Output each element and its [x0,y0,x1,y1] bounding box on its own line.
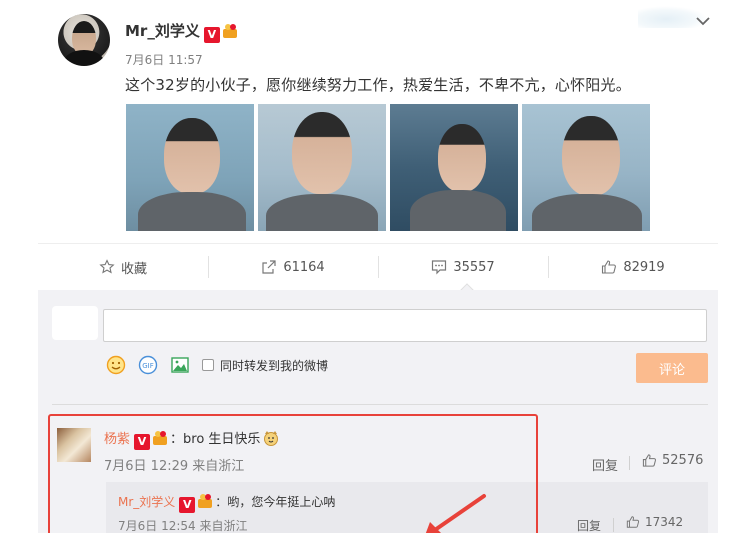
portrait-photo-4[interactable] [522,104,650,231]
like-button[interactable]: 82919 [548,244,718,290]
current-user-avatar [52,306,98,340]
comment-icon [432,260,447,275]
reply-like-button[interactable]: 17342 [626,515,683,529]
reply-button[interactable]: 回复 [592,455,618,474]
thumbs-up-icon [642,454,656,467]
comment-like-count: 52576 [662,453,704,468]
portrait-photo-1[interactable] [126,104,254,231]
comment-input[interactable] [103,309,707,342]
repost-count: 61164 [283,259,325,275]
weibo-post: Mr_刘学义 V 7月6日 11:57 这个32岁的小伙子，愿你继续努力工作，热爱… [0,0,736,533]
comment-like-button[interactable]: 52576 [642,453,703,468]
author-avatar[interactable] [58,14,110,66]
like-count: 82919 [623,259,665,275]
reply-button[interactable]: 回复 [577,517,601,533]
composer-toolbar: GIF 同时转发到我的微博 [106,354,328,376]
repost-checkbox-label[interactable]: 同时转发到我的微博 [220,357,328,374]
arrow-annotation-icon [425,494,486,533]
reply-like-count: 17342 [645,515,684,529]
divider [629,456,630,470]
portrait-photo-3[interactable] [390,104,518,231]
svg-text:GIF: GIF [142,362,154,370]
post-time: 7月6日 11:57 [125,53,203,67]
repost-checkbox[interactable] [202,359,214,371]
submit-comment-button[interactable]: 评论 [636,353,708,383]
thumbs-up-icon [602,260,617,274]
divider [613,518,614,532]
thumbs-up-icon [626,516,640,528]
verified-icon: V [203,27,220,43]
author-name[interactable]: Mr_刘学义 [125,22,200,40]
action-bar: 收藏 61164 35557 82919 [38,244,718,290]
favorite-label: 收藏 [120,261,147,277]
avatar-body [64,50,104,66]
divider [52,404,708,405]
image-icon[interactable] [170,355,190,375]
star-icon [99,259,115,274]
comment-count: 35557 [453,259,495,275]
author-line: Mr_刘学义 V [125,20,240,43]
fan-badge-icon [222,24,237,38]
emoji-icon[interactable] [106,355,126,375]
chevron-down-icon[interactable] [692,12,714,30]
portrait-photo-2[interactable] [258,104,386,231]
post-content: 这个32岁的小伙子，愿你继续努力工作，热爱生活，不卑不亢，心怀阳光。 [125,76,631,94]
gif-icon[interactable]: GIF [138,355,158,375]
photo-grid [126,104,650,231]
favorite-button[interactable]: 收藏 [38,244,208,290]
repost-icon [262,260,276,274]
repost-button[interactable]: 61164 [208,244,378,290]
